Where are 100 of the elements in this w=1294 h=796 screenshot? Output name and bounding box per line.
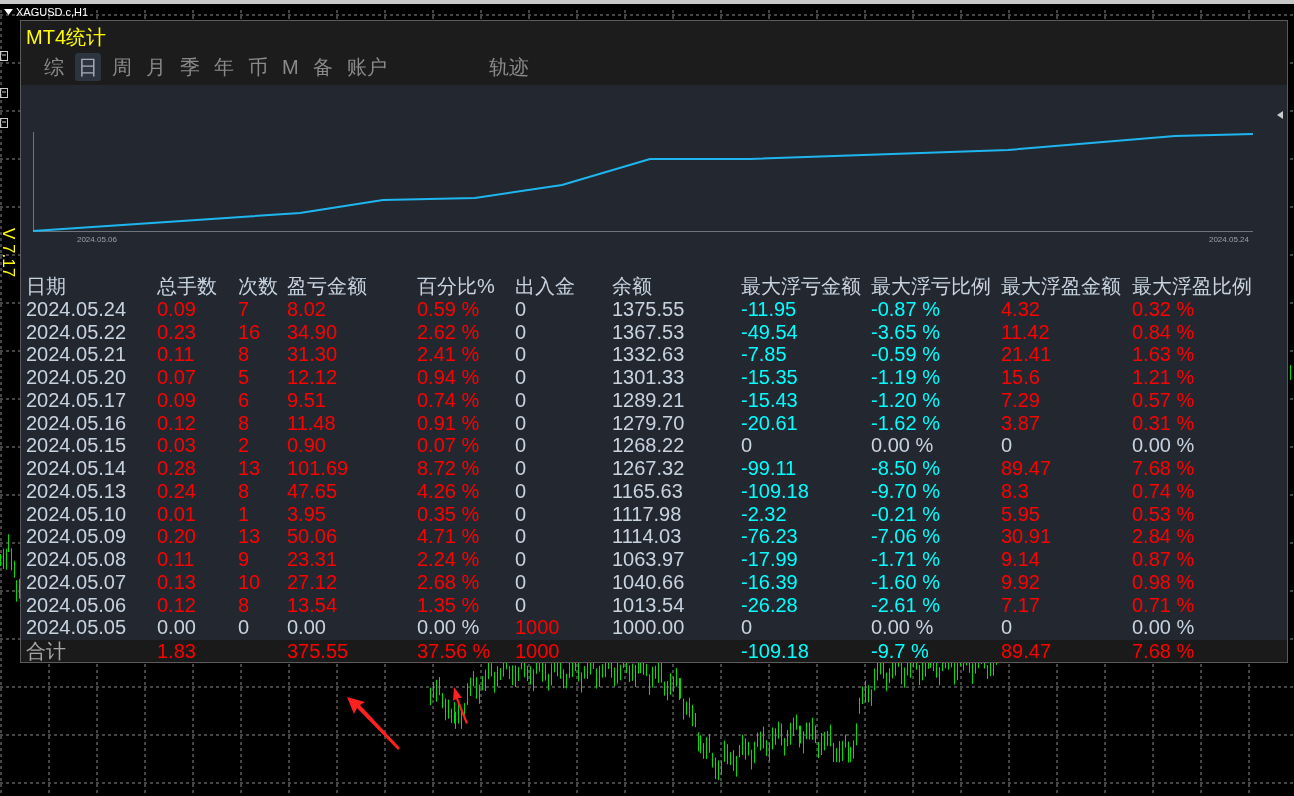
- table-cell-text: 0.11: [157, 548, 196, 571]
- chart-symbol-label: XAGUSD.c,H1: [16, 5, 89, 19]
- table-cell-text: -99.11: [741, 457, 798, 480]
- table-cell-text: 0.59 %: [417, 297, 481, 321]
- table-cell-text: 1267.32: [612, 457, 686, 480]
- table-cell-text: 2024.05.08: [26, 548, 128, 571]
- table-cell-text: 2024.05.15: [26, 434, 128, 457]
- table-cell-text: 0: [515, 525, 528, 548]
- table-cell-text: 0.53 %: [1132, 502, 1196, 526]
- table-cell-text: -9.70 %: [871, 479, 941, 503]
- table-cell-text: 27.12: [287, 570, 339, 594]
- table-cell-text: 1301.33: [612, 366, 686, 389]
- table-cell-text: 3.95: [287, 502, 327, 526]
- table-cell-text: 0.03: [157, 434, 197, 457]
- table-cell-text: 1279.70: [612, 411, 686, 435]
- table-cell-text: 0.98 %: [1132, 570, 1196, 594]
- tab[interactable]: 年: [211, 53, 237, 81]
- table-cell-text: -1.62 %: [871, 411, 941, 435]
- total-cell-text: -109.18: [741, 640, 810, 663]
- table-cell-text: 2.24 %: [417, 548, 481, 571]
- table-cell-text: 2024.05.16: [26, 411, 128, 435]
- table-cell-text: 0.00: [157, 616, 197, 639]
- table-cell-text: 0.84 %: [1132, 320, 1196, 344]
- table-cell-text: 1013.54: [612, 593, 686, 617]
- table-cell-text: 2.84 %: [1132, 525, 1196, 548]
- column-header: 最大浮亏金额: [741, 275, 862, 298]
- table-cell-text: 12.12: [287, 366, 339, 389]
- tab[interactable]: 币: [245, 53, 271, 81]
- table-cell-text: 0.00 %: [1132, 616, 1196, 639]
- tab[interactable]: 轨迹: [485, 53, 532, 81]
- table-cell-text: 0.90: [287, 434, 327, 457]
- table-cell-text: 3.87: [1001, 411, 1041, 435]
- table-cell-text: 2024.05.17: [26, 388, 128, 412]
- table-cell-text: 5.95: [1001, 502, 1041, 526]
- tab[interactable]: 备: [309, 53, 336, 81]
- total-cell-text: 7.68 %: [1132, 640, 1196, 663]
- table-cell-text: 8.72 %: [417, 457, 481, 480]
- tab[interactable]: 季: [177, 53, 203, 81]
- table-cell-text: 0: [515, 297, 528, 321]
- table-cell-text: 2024.05.24: [26, 297, 128, 321]
- table-cell-text: 0.32 %: [1132, 297, 1196, 321]
- tab[interactable]: 周: [109, 53, 135, 81]
- table-cell-text: 15.6: [1001, 366, 1041, 389]
- table-cell-text: 0: [515, 343, 528, 366]
- table-cell-text: 0.01: [157, 502, 197, 526]
- table-cell-text: 2024.05.14: [26, 457, 128, 480]
- table-cell-text: 2024.05.10: [26, 502, 128, 526]
- table-cell-text: 47.65: [287, 479, 339, 503]
- table-cell-text: 0: [515, 479, 528, 503]
- table-cell-text: 0: [515, 320, 528, 344]
- column-header: 总手数: [157, 275, 218, 298]
- tab[interactable]: 综: [41, 53, 67, 81]
- table-cell-text: 0.00 %: [871, 616, 935, 639]
- table-cell-text: 0.13: [157, 570, 197, 594]
- tab[interactable]: 月: [143, 53, 169, 81]
- table-cell-text: 2024.05.21: [26, 343, 128, 366]
- table-cell-text: 1040.66: [612, 570, 686, 594]
- table-cell-text: 0.12: [157, 593, 197, 617]
- table-cell-text: -8.50 %: [871, 457, 941, 480]
- table-cell-text: 0.07 %: [417, 434, 481, 457]
- table-cell-text: 8: [238, 593, 251, 617]
- total-cell-text: 合计: [26, 640, 67, 663]
- table-cell-text: 0: [741, 434, 754, 457]
- table-cell-text: 0.00: [287, 616, 327, 639]
- column-header: 出入金: [515, 275, 576, 298]
- table-cell-text: 2: [238, 434, 251, 457]
- column-header: 次数: [238, 275, 279, 298]
- table-cell-text: 7: [238, 297, 251, 321]
- tab[interactable]: M: [279, 53, 302, 81]
- table-cell-text: 1000.00: [612, 616, 686, 639]
- table-cell-text: 0.20: [157, 525, 197, 548]
- table-cell-text: 0.00 %: [417, 616, 481, 639]
- table-cell-text: 13.54: [287, 593, 339, 617]
- total-cell-text: -9.7 %: [871, 640, 930, 663]
- table-cell-text: 9.14: [1001, 548, 1041, 571]
- table-cell-text: -15.43: [741, 388, 799, 412]
- table-cell-text: 30.91: [1001, 525, 1053, 548]
- table-cell-text: 8.3: [1001, 479, 1030, 503]
- table-cell-text: 2024.05.09: [26, 525, 128, 548]
- table-cell-text: 2.68 %: [417, 570, 481, 594]
- tab[interactable]: 日: [75, 53, 101, 81]
- table-cell-text: -7.85: [741, 343, 788, 366]
- table-cell-text: 0.31 %: [1132, 411, 1196, 435]
- table-cell-text: 0.94 %: [417, 366, 481, 389]
- table-cell-text: -16.39: [741, 570, 799, 594]
- table-cell-text: 0: [238, 616, 251, 639]
- tab[interactable]: 账户: [343, 53, 390, 81]
- table-cell-text: 23.31: [287, 548, 339, 571]
- table-cell-text: -0.59 %: [871, 343, 941, 366]
- table-cell-text: 2.41 %: [417, 343, 481, 366]
- table-cell-text: 0.74 %: [417, 388, 481, 412]
- table-cell-text: -1.19 %: [871, 366, 941, 389]
- table-cell-text: -0.87 %: [871, 297, 941, 321]
- table-cell-text: 2024.05.22: [26, 320, 128, 344]
- column-header: 盈亏金额: [287, 275, 368, 298]
- table-cell-text: -2.61 %: [871, 593, 941, 617]
- table-cell-text: 1063.97: [612, 548, 686, 571]
- table-cell-text: 8: [238, 411, 251, 435]
- table-cell-text: 4.26 %: [417, 479, 481, 503]
- table-cell-text: 0.35 %: [417, 502, 481, 526]
